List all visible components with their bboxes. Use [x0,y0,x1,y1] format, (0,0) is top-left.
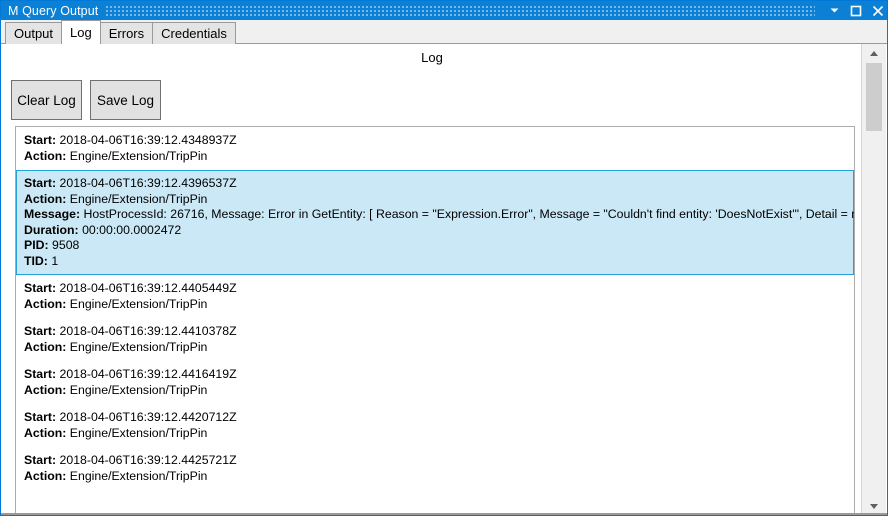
log-entry[interactable]: Start: 2018-04-06T16:39:12.4420712Z Actio… [16,404,854,447]
log-field-value: 1 [47,253,59,268]
log-field-value: Engine/Extension/TripPin [66,382,208,397]
save-log-button[interactable]: Save Log [90,80,161,120]
scroll-up-icon[interactable] [862,44,886,62]
log-field-value: Engine/Extension/TripPin [66,468,208,483]
log-field-value: Engine/Extension/TripPin [66,148,208,163]
log-field-value: 2018-04-06T16:39:12.4348937Z [56,133,237,147]
log-action-buttons: Clear Log Save Log [11,80,161,120]
log-field-value: Engine/Extension/TripPin [66,339,208,354]
log-entry-list[interactable]: Start: 2018-04-06T16:39:12.4348937Z Actio… [15,126,855,515]
maximize-icon[interactable] [845,1,867,20]
log-line: Start: 2018-04-06T16:39:12.4420712Z [24,410,846,426]
log-line: Start: 2018-04-06T16:39:12.4396537Z [24,176,846,192]
window-title: M Query Output [8,3,99,18]
log-field-key: Action: [24,382,67,397]
log-field-key: PID: [24,238,49,252]
log-field-key: Start: [24,410,57,424]
log-entry[interactable]: Start: 2018-04-06T16:39:12.4405449Z Actio… [16,275,854,318]
log-line: Action: Engine/Extension/TripPin [24,192,846,208]
log-page: Log Clear Log Save Log Start: 2018-04-06… [2,44,862,515]
window-bottom-edge [1,513,887,515]
log-field-key: Start: [24,324,57,338]
log-field-key: TID: [24,253,48,268]
log-field-value: 2018-04-06T16:39:12.4420712Z [56,410,237,424]
log-field-value: 2018-04-06T16:39:12.4416419Z [56,367,237,381]
log-field-value: Engine/Extension/TripPin [66,296,208,311]
page-title: Log [421,50,443,65]
log-field-value: Engine/Extension/TripPin [66,425,208,440]
log-field-value: 2018-04-06T16:39:12.4405449Z [56,281,237,295]
chevron-down-icon[interactable] [823,1,845,20]
tab-errors[interactable]: Errors [99,22,154,44]
log-line: Start: 2018-04-06T16:39:12.4425721Z [24,453,846,469]
log-line: TID: 1 [24,254,846,270]
log-field-value: HostProcessId: 26716, Message: Error in … [80,207,855,221]
log-line: Duration: 00:00:00.0002472 [24,223,846,239]
log-entry[interactable]: Start: 2018-04-06T16:39:12.4416419Z Actio… [16,361,854,404]
log-line: Start: 2018-04-06T16:39:12.4410378Z [24,324,846,340]
log-field-key: Action: [24,296,67,311]
log-line: Action: Engine/Extension/TripPin [24,426,846,442]
log-line: Message: HostProcessId: 26716, Message: … [24,207,854,223]
log-line: Start: 2018-04-06T16:39:12.4348937Z [24,133,846,149]
log-field-key: Action: [24,425,67,440]
log-field-value: Engine/Extension/TripPin [66,191,208,206]
m-query-output-window: M Query Output Output Log Errors Credent… [0,0,888,516]
log-field-key: Start: [24,453,57,467]
log-line: PID: 9508 [24,238,846,254]
log-field-key: Message: [24,207,81,221]
log-line: Action: Engine/Extension/TripPin [24,297,846,313]
title-bar[interactable]: M Query Output [1,1,887,20]
log-entry[interactable]: Start: 2018-04-06T16:39:12.4410378Z Actio… [16,318,854,361]
page-scrollbar[interactable] [861,44,886,515]
log-line: Start: 2018-04-06T16:39:12.4416419Z [24,367,846,383]
scrollbar-thumb[interactable] [866,63,882,131]
log-field-key: Start: [24,176,57,190]
log-field-value: 9508 [48,238,80,252]
tab-output[interactable]: Output [5,22,63,44]
tab-bar: Output Log Errors Credentials [1,20,887,44]
log-line: Start: 2018-04-06T16:39:12.4405449Z [24,281,846,297]
log-field-key: Action: [24,468,67,483]
log-field-value: 2018-04-06T16:39:12.4396537Z [56,176,237,190]
clear-log-button[interactable]: Clear Log [11,80,82,120]
tab-log[interactable]: Log [61,20,101,44]
log-field-key: Start: [24,367,57,381]
log-field-key: Duration: [24,222,79,237]
log-line: Action: Engine/Extension/TripPin [24,383,846,399]
log-field-key: Start: [24,281,57,295]
log-entry[interactable]: Start: 2018-04-06T16:39:12.4425721Z Actio… [16,447,854,490]
log-line: Action: Engine/Extension/TripPin [24,340,846,356]
log-field-value: 00:00:00.0002472 [78,222,182,237]
log-field-key: Start: [24,133,57,147]
log-field-value: 2018-04-06T16:39:12.4425721Z [56,453,237,467]
log-field-key: Action: [24,191,67,206]
log-line: Action: Engine/Extension/TripPin [24,149,846,165]
close-icon[interactable] [867,1,887,20]
log-field-key: Action: [24,148,67,163]
tab-credentials[interactable]: Credentials [152,22,236,44]
log-entry[interactable]: Start: 2018-04-06T16:39:12.4396537Z Actio… [16,170,854,275]
log-field-key: Action: [24,339,67,354]
log-entry[interactable]: Start: 2018-04-06T16:39:12.4348937Z Actio… [16,127,854,170]
title-bar-grip [106,5,815,16]
log-line: Action: Engine/Extension/TripPin [24,469,846,485]
log-field-value: 2018-04-06T16:39:12.4410378Z [56,324,237,338]
